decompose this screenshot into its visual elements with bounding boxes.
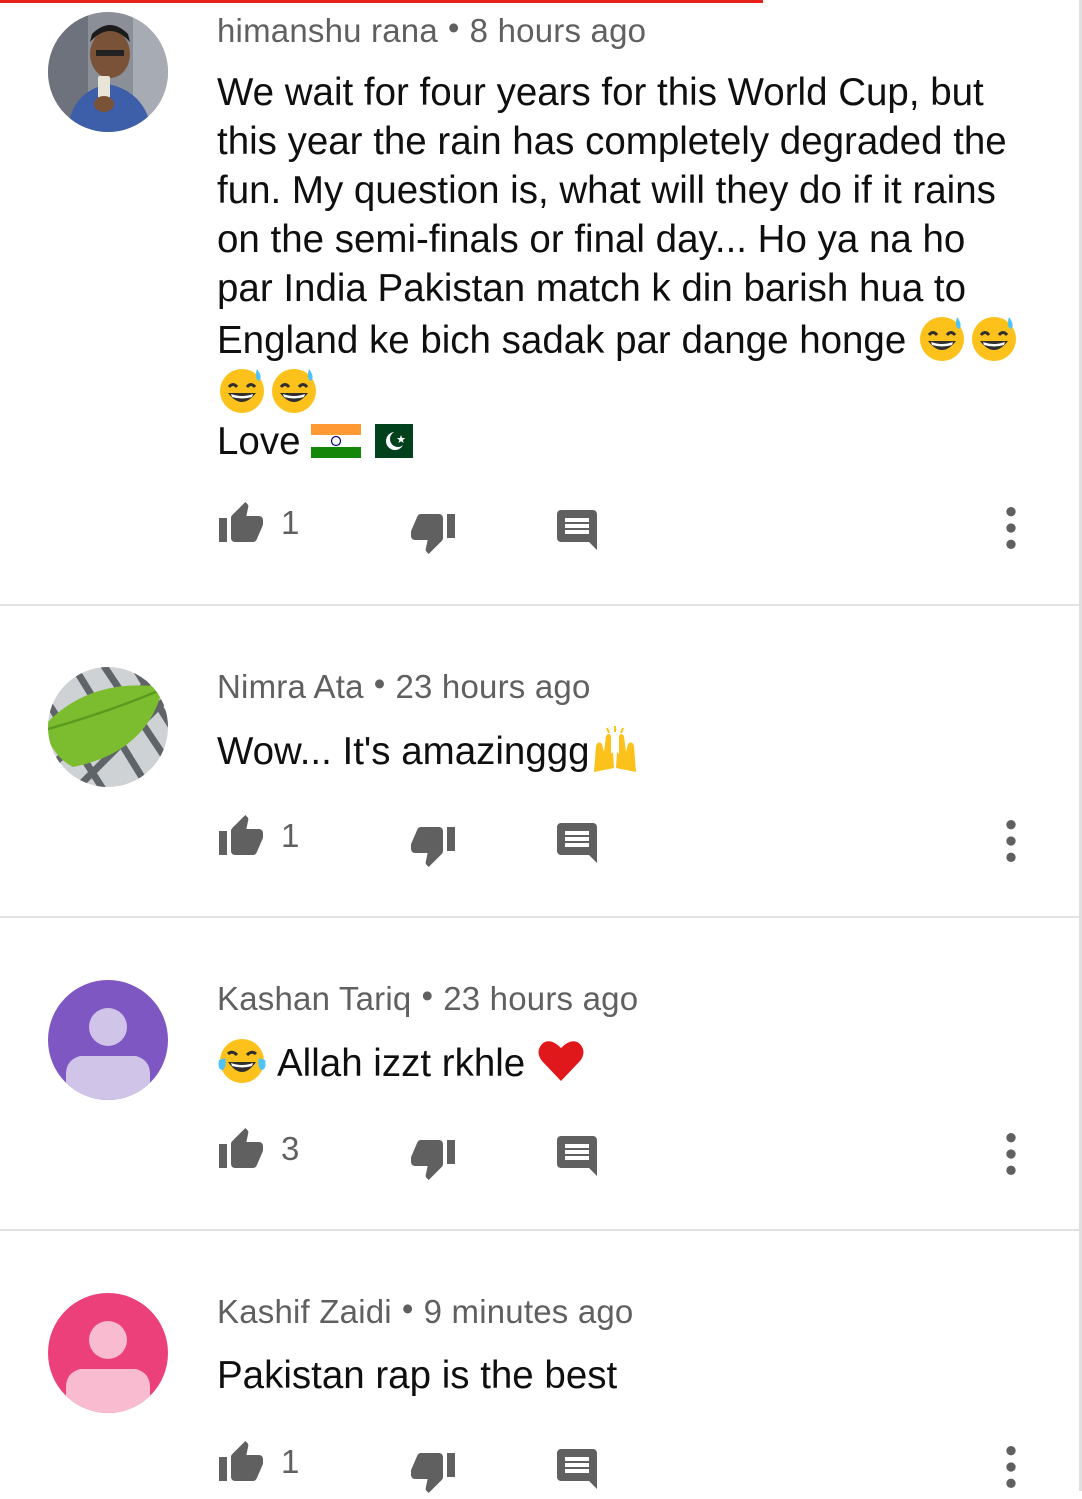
thumb-down-icon[interactable] bbox=[409, 1134, 457, 1182]
comment-item: Kashif Zaidi • 9 minutes ago Pakistan rap … bbox=[0, 1231, 1079, 1493]
like-count: 1 bbox=[281, 504, 300, 541]
comment-body: We wait for four years for this World Cu… bbox=[217, 71, 1007, 362]
reply-icon[interactable] bbox=[553, 1445, 601, 1493]
thumb-up-icon[interactable] bbox=[217, 1439, 265, 1487]
comment-item: Kashan Tariq • 23 hours ago Allah izzt rkh… bbox=[0, 918, 1079, 1231]
default-avatar-purple-icon bbox=[48, 980, 168, 1100]
thumb-up-icon[interactable] bbox=[217, 500, 265, 548]
avatar[interactable] bbox=[48, 12, 168, 132]
like-count: 1 bbox=[281, 1443, 300, 1480]
thumb-down-icon[interactable] bbox=[409, 508, 457, 556]
thumb-down-icon[interactable] bbox=[409, 1447, 457, 1495]
avatar[interactable] bbox=[48, 1293, 168, 1413]
pakistan-flag-icon bbox=[363, 424, 414, 458]
comment-body: Allah izzt rkhle bbox=[277, 1042, 526, 1085]
thumb-down-icon[interactable] bbox=[409, 821, 457, 869]
sweat-smile-emoji-icon bbox=[220, 369, 264, 413]
raising-hands-emoji-icon bbox=[593, 726, 636, 772]
more-vert-icon[interactable] bbox=[983, 500, 1039, 556]
comment-time: 23 hours ago bbox=[395, 668, 591, 705]
comment-body: Wow... It's amazinggg bbox=[217, 730, 590, 773]
comment-body-line2: Love bbox=[217, 420, 301, 463]
like-count: 3 bbox=[281, 1130, 300, 1167]
comment-actions: 1 bbox=[217, 1439, 1039, 1499]
comment-meta: Kashan Tariq • 23 hours ago bbox=[217, 977, 639, 1018]
photo-person-avatar-icon bbox=[48, 12, 168, 132]
comment-actions: 1 bbox=[217, 500, 1039, 560]
thumb-up-icon[interactable] bbox=[217, 1126, 265, 1174]
comment-item: himanshu rana • 8 hours ago We wait for fo… bbox=[0, 0, 1079, 606]
meta-separator: • bbox=[421, 977, 434, 1014]
sweat-smile-emoji-icon bbox=[919, 317, 964, 361]
author-name[interactable]: himanshu rana bbox=[217, 12, 438, 49]
author-name[interactable]: Kashan Tariq bbox=[217, 980, 411, 1017]
more-vert-icon[interactable] bbox=[983, 1439, 1039, 1495]
comment-actions: 1 bbox=[217, 813, 1039, 873]
author-name[interactable]: Kashif Zaidi bbox=[217, 1293, 392, 1330]
meta-separator: • bbox=[373, 665, 386, 702]
flags-emoji-group bbox=[311, 420, 415, 463]
meta-separator: • bbox=[447, 9, 460, 46]
photo-leaf-avatar-icon bbox=[48, 667, 168, 787]
comment-item: Nimra Ata • 23 hours ago Wow... It's amazi… bbox=[0, 606, 1079, 918]
avatar[interactable] bbox=[48, 980, 168, 1100]
comment-meta: Kashif Zaidi • 9 minutes ago bbox=[217, 1290, 634, 1331]
avatar[interactable] bbox=[48, 667, 168, 787]
comment-meta: himanshu rana • 8 hours ago bbox=[217, 9, 647, 50]
comment-text: We wait for four years for this World Cu… bbox=[217, 68, 1021, 466]
comment-time: 8 hours ago bbox=[469, 12, 647, 49]
sweat-smile-emoji-icon bbox=[272, 369, 316, 413]
thumb-up-icon[interactable] bbox=[217, 813, 265, 861]
comment-text: Allah izzt rkhle bbox=[217, 1036, 1021, 1088]
comment-actions: 3 bbox=[217, 1126, 1039, 1186]
sweat-smile-emoji-icon bbox=[971, 317, 1016, 361]
default-avatar-pink-icon bbox=[48, 1293, 168, 1413]
comment-time: 23 hours ago bbox=[443, 980, 639, 1017]
more-vert-icon[interactable] bbox=[983, 813, 1039, 869]
tears-of-joy-emoji-icon bbox=[218, 1039, 266, 1083]
comment-meta: Nimra Ata • 23 hours ago bbox=[217, 665, 591, 706]
comment-body: Pakistan rap is the best bbox=[217, 1354, 618, 1397]
comment-text: Pakistan rap is the best bbox=[217, 1351, 1021, 1400]
reply-icon[interactable] bbox=[553, 819, 601, 867]
more-vert-icon[interactable] bbox=[983, 1126, 1039, 1182]
reply-icon[interactable] bbox=[553, 1132, 601, 1180]
like-count: 1 bbox=[281, 817, 300, 854]
reply-icon[interactable] bbox=[553, 506, 601, 554]
comment-time: 9 minutes ago bbox=[423, 1293, 634, 1330]
author-name[interactable]: Nimra Ata bbox=[217, 668, 364, 705]
india-flag-icon bbox=[311, 424, 362, 458]
comment-text: Wow... It's amazinggg bbox=[217, 724, 1021, 776]
meta-separator: • bbox=[401, 1290, 414, 1327]
red-heart-emoji-icon bbox=[538, 1041, 584, 1081]
